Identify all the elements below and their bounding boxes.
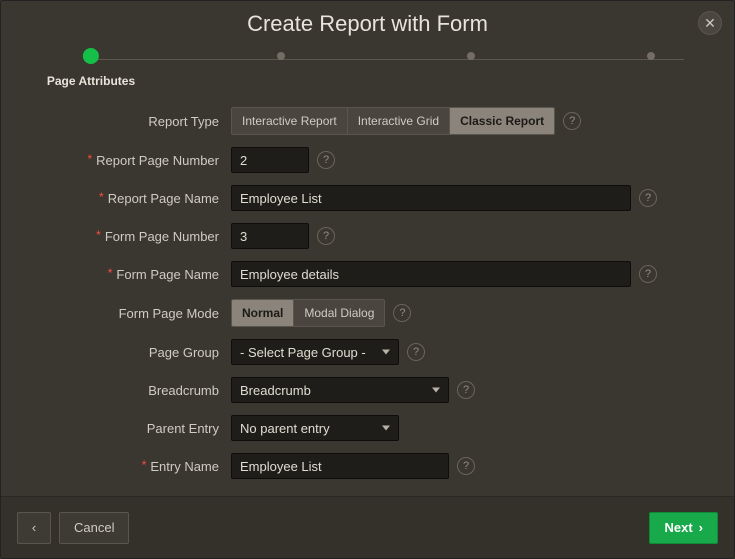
report-type-interactive-report[interactable]: Interactive Report	[232, 108, 348, 134]
wizard-step-3[interactable]	[467, 52, 475, 60]
page-group-select[interactable]: - Select Page Group -	[231, 339, 399, 365]
help-form-page-name[interactable]: ?	[639, 265, 657, 283]
form-page-number-input[interactable]	[231, 223, 309, 249]
wizard-progress: Page Attributes	[31, 49, 704, 91]
help-entry-name[interactable]: ?	[457, 457, 475, 475]
form-page-mode-modal[interactable]: Modal Dialog	[294, 300, 384, 326]
help-report-type[interactable]: ?	[563, 112, 581, 130]
row-form-page-number: Form Page Number ?	[21, 223, 706, 249]
chevron-right-icon: ›	[699, 520, 703, 535]
ctrl-breadcrumb: Breadcrumb ?	[231, 377, 706, 403]
help-page-group[interactable]: ?	[407, 343, 425, 361]
wizard-step-2[interactable]	[277, 52, 285, 60]
label-page-group: Page Group	[21, 345, 231, 360]
parent-entry-select[interactable]: No parent entry	[231, 415, 399, 441]
form-page-mode-normal[interactable]: Normal	[232, 300, 294, 326]
ctrl-form-page-number: ?	[231, 223, 706, 249]
next-button[interactable]: Next ›	[649, 512, 718, 544]
wizard-label-1: Page Attributes	[47, 74, 135, 88]
report-type-classic-report[interactable]: Classic Report	[450, 108, 554, 134]
wizard-dot-3	[467, 52, 475, 60]
label-breadcrumb: Breadcrumb	[21, 383, 231, 398]
wizard-line	[91, 59, 684, 60]
help-report-page-name[interactable]: ?	[639, 189, 657, 207]
report-page-number-input[interactable]	[231, 147, 309, 173]
row-page-group: Page Group - Select Page Group - ?	[21, 339, 706, 365]
dialog-title: Create Report with Form	[17, 11, 718, 37]
report-page-name-input[interactable]	[231, 185, 631, 211]
form-page-mode-segmented: Normal Modal Dialog	[231, 299, 385, 327]
label-report-page-name: Report Page Name	[21, 191, 231, 206]
form-area: Report Type Interactive Report Interacti…	[1, 107, 734, 496]
wizard-dot-1	[83, 48, 99, 64]
report-type-interactive-grid[interactable]: Interactive Grid	[348, 108, 450, 134]
row-parent-entry: Parent Entry No parent entry	[21, 415, 706, 441]
breadcrumb-value: Breadcrumb	[240, 383, 311, 398]
cancel-button[interactable]: Cancel	[59, 512, 129, 544]
ctrl-report-page-number: ?	[231, 147, 706, 173]
form-page-name-input[interactable]	[231, 261, 631, 287]
title-bar: Create Report with Form ✕	[1, 1, 734, 45]
dialog-footer: ‹ Cancel Next ›	[1, 496, 734, 558]
help-breadcrumb[interactable]: ?	[457, 381, 475, 399]
row-report-page-number: Report Page Number ?	[21, 147, 706, 173]
ctrl-entry-name: ?	[231, 453, 706, 479]
wizard-dot-2	[277, 52, 285, 60]
row-report-page-name: Report Page Name ?	[21, 185, 706, 211]
back-button[interactable]: ‹	[17, 512, 51, 544]
help-form-page-mode[interactable]: ?	[393, 304, 411, 322]
create-report-dialog: Create Report with Form ✕ Page Attribute…	[0, 0, 735, 559]
row-report-type: Report Type Interactive Report Interacti…	[21, 107, 706, 135]
label-parent-entry: Parent Entry	[21, 421, 231, 436]
chevron-left-icon: ‹	[32, 520, 36, 535]
ctrl-form-page-name: ?	[231, 261, 706, 287]
report-type-segmented: Interactive Report Interactive Grid Clas…	[231, 107, 555, 135]
breadcrumb-select[interactable]: Breadcrumb	[231, 377, 449, 403]
row-entry-name: Entry Name ?	[21, 453, 706, 479]
wizard-dot-4	[647, 52, 655, 60]
close-icon: ✕	[704, 15, 716, 32]
entry-name-input[interactable]	[231, 453, 449, 479]
help-report-page-number[interactable]: ?	[317, 151, 335, 169]
label-report-page-number: Report Page Number	[21, 153, 231, 168]
label-entry-name: Entry Name	[21, 459, 231, 474]
row-form-page-mode: Form Page Mode Normal Modal Dialog ?	[21, 299, 706, 327]
next-label: Next	[664, 520, 692, 535]
ctrl-report-page-name: ?	[231, 185, 706, 211]
page-group-value: - Select Page Group -	[240, 345, 366, 360]
ctrl-report-type: Interactive Report Interactive Grid Clas…	[231, 107, 706, 135]
label-report-type: Report Type	[21, 114, 231, 129]
parent-entry-value: No parent entry	[240, 421, 330, 436]
ctrl-parent-entry: No parent entry	[231, 415, 706, 441]
close-button[interactable]: ✕	[698, 11, 722, 35]
wizard-step-1[interactable]: Page Attributes	[47, 52, 135, 88]
row-breadcrumb: Breadcrumb Breadcrumb ?	[21, 377, 706, 403]
row-form-page-name: Form Page Name ?	[21, 261, 706, 287]
ctrl-form-page-mode: Normal Modal Dialog ?	[231, 299, 706, 327]
label-form-page-mode: Form Page Mode	[21, 306, 231, 321]
label-form-page-name: Form Page Name	[21, 267, 231, 282]
wizard-step-4[interactable]	[647, 52, 655, 60]
ctrl-page-group: - Select Page Group - ?	[231, 339, 706, 365]
help-form-page-number[interactable]: ?	[317, 227, 335, 245]
label-form-page-number: Form Page Number	[21, 229, 231, 244]
